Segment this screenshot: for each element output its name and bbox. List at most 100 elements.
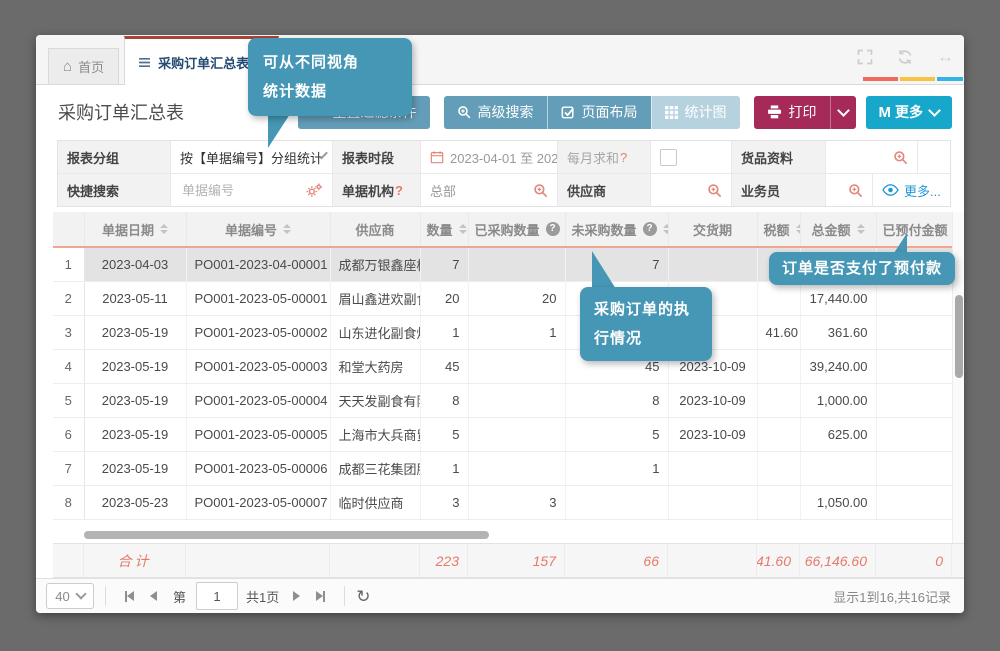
chart-button[interactable]: 统计图 [651,96,740,129]
resize-horizontal-icon[interactable]: ↔ [937,48,954,65]
page-layout-button[interactable]: 页面布局 [547,96,651,129]
help-icon[interactable]: ? [643,222,657,236]
tab-home[interactable]: ⌂ 首页 [48,48,119,84]
quick-search-cell [171,174,333,206]
cell-total-amount: 17,440.00 [800,281,876,315]
divider [105,586,106,606]
help-hint[interactable]: ? [620,150,627,165]
table-row[interactable]: 22023-05-11PO001-2023-05-00001眉山鑫进欢副食...… [53,281,952,315]
cell-tax [757,451,800,485]
report-period-value: 2023-04-01 至 2023-05... [450,148,558,167]
col-header-rownum [53,212,84,247]
cell-purchased-qty [468,349,565,383]
tab-home-label: 首页 [78,57,104,76]
table-row[interactable]: 42023-05-19PO001-2023-05-00003和堂大药房45452… [53,349,952,383]
last-page-button[interactable] [316,591,325,602]
next-page-button[interactable] [293,591,300,601]
search-plus-icon[interactable] [893,150,908,165]
sort-icon[interactable] [857,224,865,234]
prev-page-button[interactable] [150,591,157,601]
col-header-doc-date[interactable]: 单据日期 [84,212,186,247]
cell-supplier: 临时供应商 [330,485,420,519]
help-icon[interactable]: ? [546,222,560,236]
table-row[interactable]: 62023-05-19PO001-2023-05-00005上海市大兵商贸...… [53,417,952,451]
horizontal-scrollbar[interactable] [53,528,952,543]
cell-tax [757,349,800,383]
col-header-qty[interactable]: 数量 [420,212,468,247]
org-value: 总部 [430,181,456,200]
more-button[interactable]: M 更多 [866,96,953,129]
more-filters-link[interactable]: 更多... [882,181,941,200]
org-field[interactable]: 总部 [421,174,558,206]
summary-cell-qty: 223 [420,544,468,577]
chevron-down-icon [837,104,850,117]
supplier-search-field[interactable] [651,174,732,206]
sort-icon[interactable] [663,224,668,234]
cell-delivery-date [668,451,757,485]
goods-label: 货品资料 [732,141,826,173]
col-header-unpurchased-qty[interactable]: 未采购数量? [565,212,668,247]
report-group-select[interactable]: 按【单据编号】分组统计 [171,141,333,173]
cell-prepaid-amount [876,485,952,519]
cell-delivery-date [668,247,757,281]
col-header-prepaid-amount: 已预付金额? [876,212,952,247]
sort-icon[interactable] [283,224,291,234]
table-row[interactable]: 82023-05-23PO001-2023-05-00007临时供应商331,0… [53,485,952,519]
cell-total-amount: 1,000.00 [800,383,876,417]
cell-purchased-qty [468,417,565,451]
page-size-value: 40 [55,589,69,604]
sort-icon[interactable] [796,224,800,234]
cell-delivery-date: 2023-10-09 [668,417,757,451]
help-hint[interactable]: ? [395,183,403,198]
refresh-icon[interactable] [897,49,913,65]
app-window: ⌂ 首页 采购订单汇总表 × ↔ 采购订单汇总表 [36,35,964,613]
vertical-scrollbar-thumb[interactable] [955,295,963,378]
gears-icon[interactable] [306,183,323,198]
cell-prepaid-amount [876,451,952,485]
report-period-field[interactable]: 2023-04-01 至 2023-05... [421,141,558,173]
first-page-button[interactable] [125,591,134,602]
sort-icon[interactable] [459,224,467,234]
callout-group-tip: 可从不同视角 统计数据 [248,38,412,116]
refresh-button[interactable]: ↻ [356,588,370,605]
salesman-search-field[interactable] [826,174,873,206]
search-plus-icon[interactable] [848,183,863,198]
table-row[interactable]: 72023-05-19PO001-2023-05-00006成都三花集团股...… [53,451,952,485]
cell-doc-date: 2023-05-19 [84,383,186,417]
checkbox-check-icon [561,105,575,119]
cell-tax [757,485,800,519]
page-size-select[interactable]: 40 [46,583,94,609]
col-header-doc-no[interactable]: 单据编号 [186,212,330,247]
summary-cell-tax: 41.60 [757,544,800,577]
col-header-purchased-qty[interactable]: 已采购数量? [468,212,565,247]
callout-tail [268,114,290,148]
horizontal-scrollbar-thumb[interactable] [84,531,489,539]
cell-total-amount: 39,240.00 [800,349,876,383]
cell-doc-no: PO001-2023-05-00003 [186,349,330,383]
list-icon [138,57,151,68]
page-number-input[interactable] [196,582,238,610]
search-plus-icon[interactable] [533,183,548,198]
cell-supplier: 眉山鑫进欢副食... [330,281,420,315]
cell-unpurchased-qty [565,485,668,519]
goods-search-field[interactable] [826,141,918,173]
sort-icon[interactable] [160,224,168,234]
monthly-sum-checkbox[interactable] [660,149,677,166]
more-filters-label: 更多... [904,181,941,200]
monthly-sum-label: 每月求和? [558,141,651,173]
cell-doc-date: 2023-05-11 [84,281,186,315]
print-button[interactable]: 打印 [754,96,830,129]
cell-purchased-qty [468,247,565,281]
maximize-icon[interactable] [857,49,873,65]
print-dropdown-button[interactable] [830,96,856,129]
callout-prepaid-tip: 订单是否支付了预付款 [769,252,955,285]
search-plus-icon[interactable] [707,183,722,198]
table-row[interactable]: 52023-05-19PO001-2023-05-00004天天发副食有限...… [53,383,952,417]
table-row[interactable]: 32023-05-19PO001-2023-05-00002山东进化副食烟...… [53,315,952,349]
advanced-search-button[interactable]: 高级搜索 [444,96,547,129]
summary-cell-unpurchased-qty: 66 [565,544,668,577]
cell-purchased-qty [468,383,565,417]
col-header-total-amount[interactable]: 总金额 [800,212,876,247]
col-header-tax[interactable]: 税额 [757,212,800,247]
quick-search-input[interactable] [180,182,284,199]
